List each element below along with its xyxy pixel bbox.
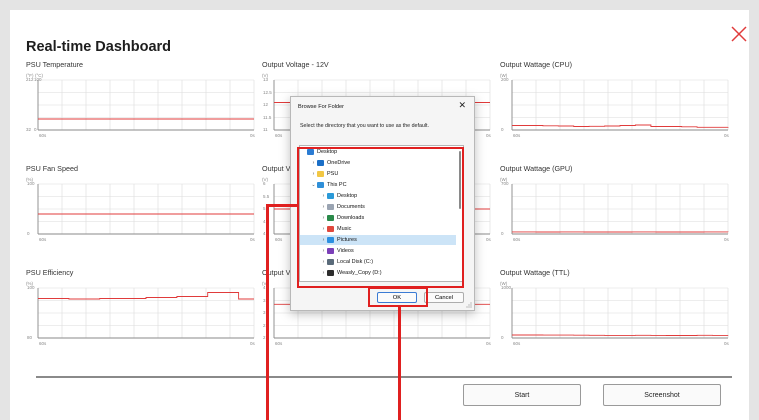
x-tick-label: 0s	[250, 237, 255, 242]
y-tick-label: 200	[501, 77, 509, 82]
x-tick-label: 60s	[513, 133, 521, 138]
psu-efficiency-chart	[37, 287, 255, 339]
dialog-title: Browse For Folder	[298, 104, 345, 110]
dialog-description: Select the directory that you want to us…	[300, 123, 429, 129]
annotation-line-left	[266, 204, 269, 420]
y-tick-label: 11	[263, 127, 268, 132]
annotation-box-ok	[368, 287, 428, 307]
x-tick-label: 60s	[39, 341, 47, 346]
y-tick-label: 0	[27, 231, 30, 236]
annotation-line-right	[398, 306, 401, 420]
x-tick-label: 0s	[486, 341, 491, 346]
y-tick-label: 100	[27, 285, 35, 290]
psu-fan-speed-chart	[37, 183, 255, 235]
resize-grip-icon[interactable]	[466, 302, 472, 308]
x-tick-label: 0s	[724, 341, 729, 346]
x-tick-label: 60s	[39, 237, 47, 242]
output-wattage-cpu-series-line	[512, 124, 729, 128]
y-tick-label: 700	[501, 181, 509, 186]
y-tick-label: 13	[263, 77, 269, 82]
output-voltage-12v-title: Output Voltage - 12V	[262, 60, 329, 69]
x-tick-label: 0s	[486, 133, 491, 138]
x-tick-label: 0s	[724, 133, 729, 138]
output-wattage-ttl-chart	[511, 287, 729, 339]
y-tick-label: 212	[26, 77, 34, 82]
y-tick-label: 0	[501, 231, 504, 236]
annotation-line-h	[267, 204, 298, 207]
y-tick-label: 0	[501, 127, 504, 132]
x-tick-label: 60s	[513, 341, 521, 346]
output-wattage-cpu-title: Output Wattage (CPU)	[500, 60, 573, 69]
psu-temperature-chart	[37, 79, 255, 131]
y-tick-label: 12	[263, 102, 269, 107]
cancel-button[interactable]: Cancel	[424, 292, 464, 303]
x-tick-label: 0s	[250, 133, 255, 138]
annotation-box-tree	[297, 147, 464, 288]
y-tick-label: 5.5	[263, 193, 270, 199]
y-tick-label-secondary: 100	[34, 77, 42, 82]
dialog-close-icon[interactable]: ✕	[458, 100, 466, 111]
y-tick-label: 0	[501, 335, 504, 340]
y-tick-label: 12.5	[263, 89, 272, 95]
x-tick-label: 0s	[486, 237, 491, 242]
psu-fan-speed-title: PSU Fan Speed	[26, 164, 78, 173]
screen: Real-time Dashboard PSU Temperature (°F)(…	[0, 0, 759, 420]
output-wattage-gpu-title: Output Wattage (GPU)	[500, 164, 573, 173]
x-tick-label: 60s	[513, 237, 521, 242]
y-tick-label: 6	[263, 181, 266, 186]
output-wattage-ttl-title: Output Wattage (TTL)	[500, 268, 570, 277]
output-wattage-ttl-series-line	[512, 334, 729, 336]
psu-efficiency-series-line	[38, 292, 254, 300]
x-tick-label: 60s	[39, 133, 47, 138]
y-tick-label: 100	[27, 181, 35, 186]
screenshot-button[interactable]: Screenshot	[603, 384, 721, 406]
x-tick-label: 60s	[275, 133, 283, 138]
y-tick-label: 11.5	[263, 114, 272, 120]
y-tick-label-secondary: 0	[34, 127, 37, 132]
start-button[interactable]: Start	[463, 384, 581, 406]
x-tick-label: 0s	[250, 341, 255, 346]
page-title: Real-time Dashboard	[26, 39, 172, 55]
close-icon[interactable]	[729, 24, 749, 44]
output-wattage-gpu-chart	[511, 183, 729, 235]
output-wattage-cpu-chart	[511, 79, 729, 131]
y-tick-label: 32	[26, 127, 32, 132]
psu-efficiency-title: PSU Efficiency	[26, 268, 74, 277]
y-tick-label: 80	[27, 335, 33, 340]
x-tick-label: 60s	[275, 237, 283, 242]
x-tick-label: 0s	[724, 237, 729, 242]
divider	[36, 376, 732, 378]
y-tick-label: 1000	[501, 285, 512, 290]
x-tick-label: 60s	[275, 341, 283, 346]
psu-temperature-title: PSU Temperature	[26, 60, 83, 69]
